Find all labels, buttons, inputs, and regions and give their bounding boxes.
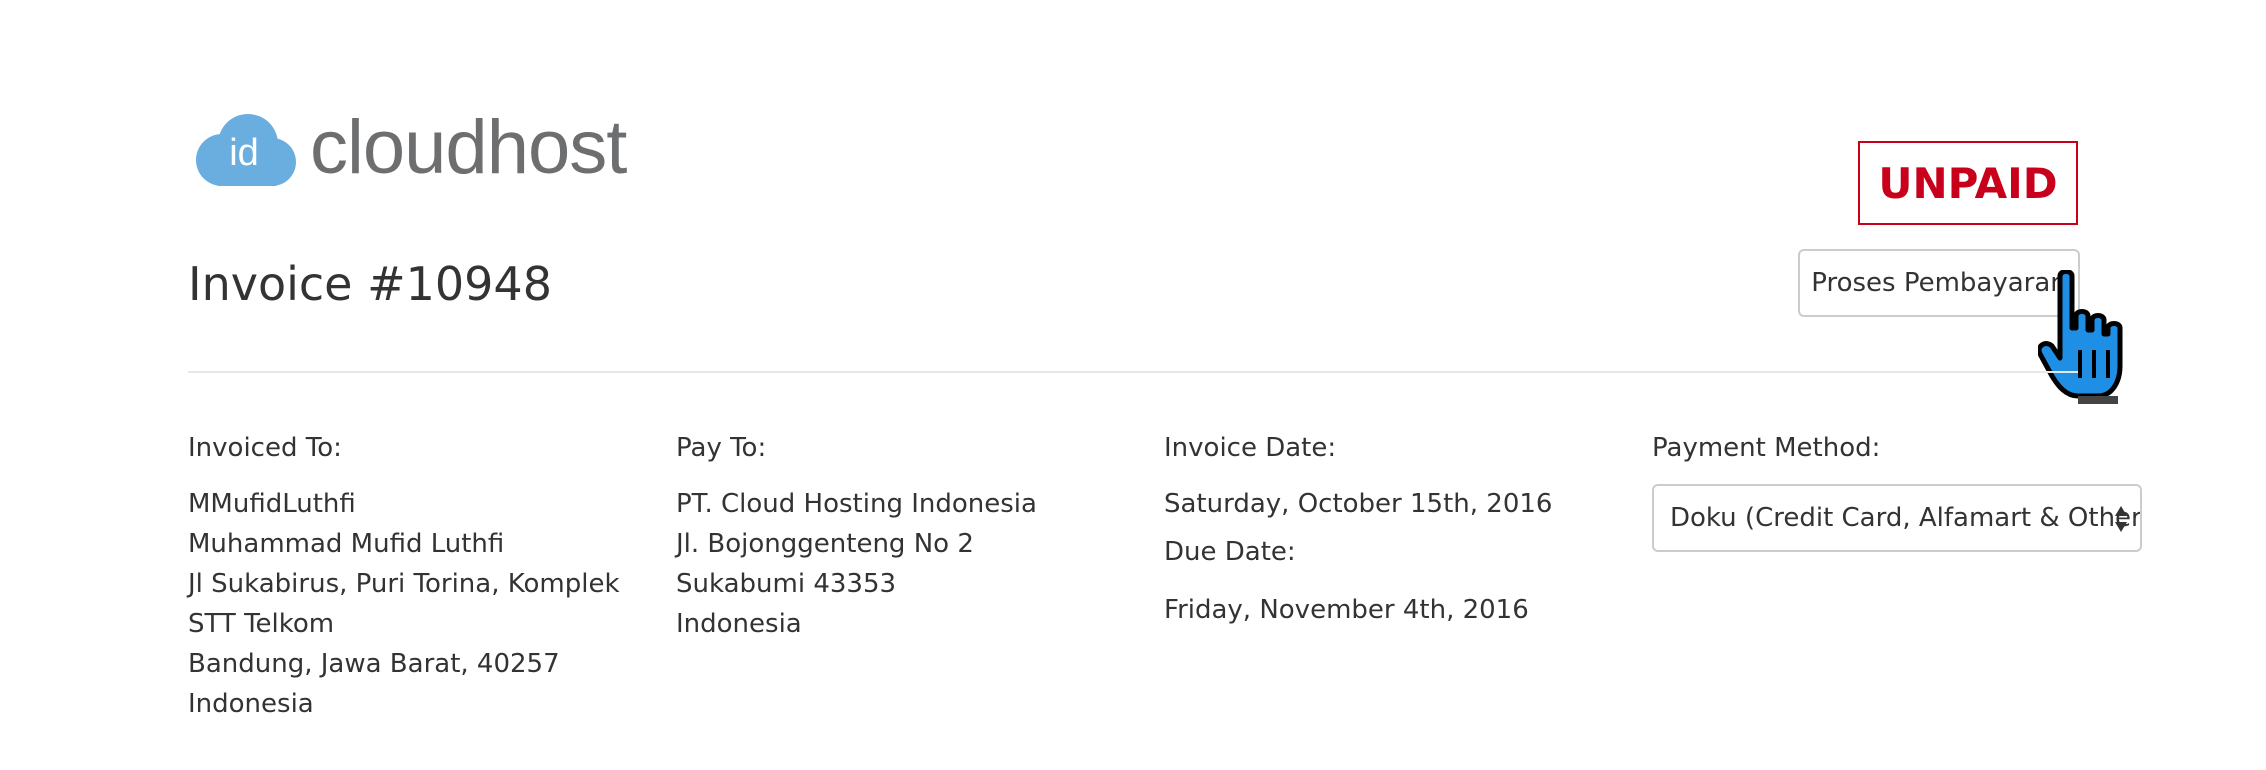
invoiced-to-line: Muhammad Mufid Luthfi <box>188 529 505 559</box>
payment-method-select[interactable]: Doku (Credit Card, Alfamart & Others) <box>1652 484 2142 552</box>
header-divider <box>188 371 2078 373</box>
dates-section: Invoice Date: Saturday, October 15th, 20… <box>1164 430 1604 630</box>
pay-to-line: Indonesia <box>676 609 802 639</box>
due-date-label: Due Date: <box>1164 537 1296 567</box>
invoiced-to-line: Jl Sukabirus, Puri Torina, Komplek <box>188 569 620 599</box>
invoiced-to-line: MMufidLuthfi <box>188 489 356 519</box>
pay-to-line: Jl. Bojonggenteng No 2 <box>676 529 974 559</box>
invoice-date-label: Invoice Date: <box>1164 433 1337 463</box>
payment-method-label: Payment Method: <box>1652 433 1881 463</box>
status-badge: UNPAID <box>1858 141 2078 225</box>
page-title: Invoice #10948 <box>188 257 552 311</box>
invoice-page: id cloudhost Invoice #10948 UNPAID Prose… <box>0 0 2266 770</box>
logo-id-text: id <box>229 131 259 174</box>
due-date-value: Friday, November 4th, 2016 <box>1164 595 1529 625</box>
pay-to-label: Pay To: <box>676 433 767 463</box>
payment-method-selected: Doku (Credit Card, Alfamart & Others) <box>1670 503 2142 533</box>
invoiced-to-section: Invoiced To: MMufidLuthfi Muhammad Mufid… <box>188 430 628 724</box>
hand-pointer-icon <box>2036 269 2138 406</box>
cloudhost-logo: id cloudhost <box>188 105 627 190</box>
invoiced-to-line: Indonesia <box>188 689 314 719</box>
pay-to-line: PT. Cloud Hosting Indonesia <box>676 489 1037 519</box>
pay-to-line: Sukabumi 43353 <box>676 569 897 599</box>
payment-method-section: Payment Method: Doku (Credit Card, Alfam… <box>1652 430 2152 552</box>
invoiced-to-label: Invoiced To: <box>188 433 342 463</box>
invoiced-to-line: Bandung, Jawa Barat, 40257 <box>188 649 560 679</box>
logo-wordmark: cloudhost <box>310 105 627 190</box>
select-updown-icon <box>2115 506 2127 532</box>
cloud-logo-icon: id <box>188 108 300 188</box>
invoice-date-value: Saturday, October 15th, 2016 <box>1164 489 1553 519</box>
pay-to-section: Pay To: PT. Cloud Hosting Indonesia Jl. … <box>676 430 1116 644</box>
invoiced-to-line: STT Telkom <box>188 609 335 639</box>
